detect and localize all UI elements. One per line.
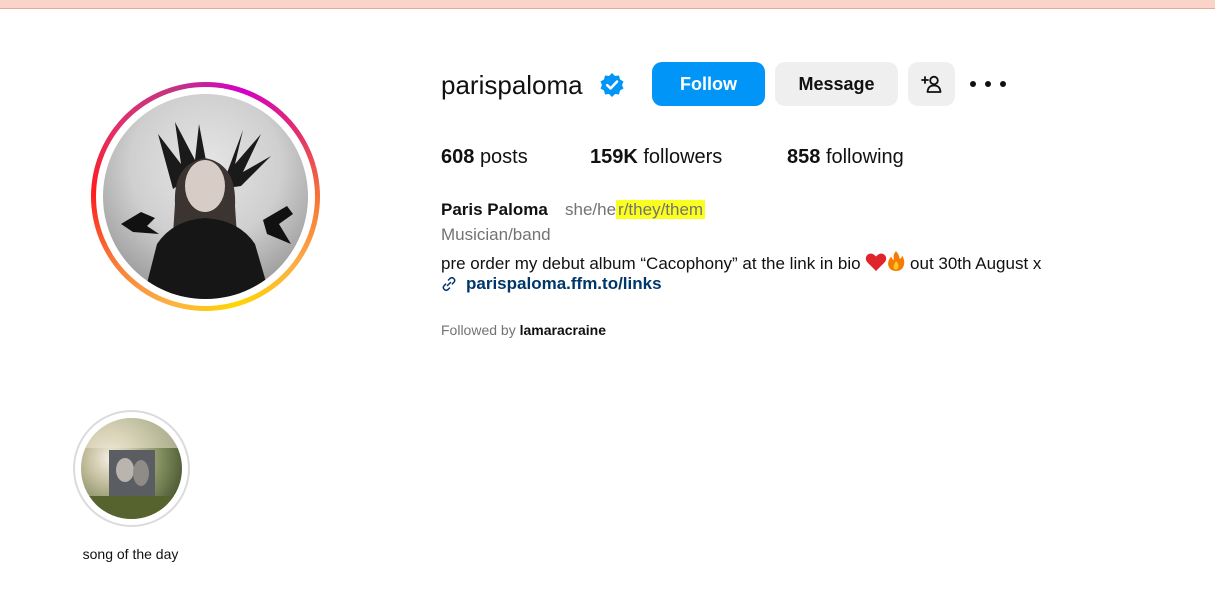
followed-by[interactable]: Followed by lamaracraine (441, 322, 606, 338)
avatar-ring-gap (96, 87, 315, 306)
verified-badge-icon (600, 73, 624, 97)
followers-link[interactable]: 159K followers (590, 146, 722, 169)
suggested-accounts-button[interactable] (908, 62, 955, 106)
following-link[interactable]: 858 following (787, 146, 904, 169)
followed-by-user: lamaracraine (519, 322, 606, 338)
story-highlight-cover-image (81, 418, 182, 519)
followers-count-value: 159K (590, 146, 638, 168)
posts-count-label: posts (479, 146, 528, 168)
posts-count-value: 608 (441, 146, 475, 168)
browser-top-strip (0, 0, 1215, 9)
profile-username: parispaloma (441, 70, 583, 100)
bio-link-text: parispaloma.ffm.to/links (466, 274, 662, 293)
profile-bio: pre order my debut album “Cacophony” at … (441, 250, 1041, 274)
profile-pronouns: she/he r/they/them (565, 200, 706, 220)
followers-count-label: followers (643, 146, 723, 168)
red-heart-emoji (866, 253, 887, 271)
following-count-label: following (825, 146, 904, 168)
avatar (103, 94, 308, 299)
profile-category: Musician/band (441, 225, 551, 244)
link-icon (442, 276, 456, 292)
profile-full-name: Paris Paloma (441, 200, 548, 219)
story-highlight[interactable] (73, 410, 190, 527)
bio-link[interactable]: parispaloma.ffm.to/links (441, 274, 662, 294)
story-highlight-cover (81, 418, 182, 519)
bio-text: pre order my debut album “Cacophony” at … (441, 254, 861, 273)
pronouns-highlighted: r/they/them (616, 200, 706, 219)
avatar-portrait-image (121, 122, 293, 299)
follow-button[interactable]: Follow (652, 62, 765, 106)
bio-text-after-emoji: out 30th August x (910, 254, 1042, 273)
posts-count: 608 posts (441, 146, 528, 169)
profile-avatar-story-ring[interactable] (91, 82, 320, 311)
fire-emoji (888, 251, 905, 271)
story-highlight-ring-gap (75, 412, 188, 525)
more-options-icon[interactable] (970, 70, 1006, 98)
following-count-value: 858 (787, 146, 821, 168)
story-highlight-label: song of the day (82, 546, 179, 562)
message-button[interactable]: Message (775, 62, 898, 106)
followed-by-prefix: Followed by (441, 322, 516, 338)
pronouns-plain: she/he (565, 200, 617, 219)
add-user-icon (920, 75, 941, 93)
